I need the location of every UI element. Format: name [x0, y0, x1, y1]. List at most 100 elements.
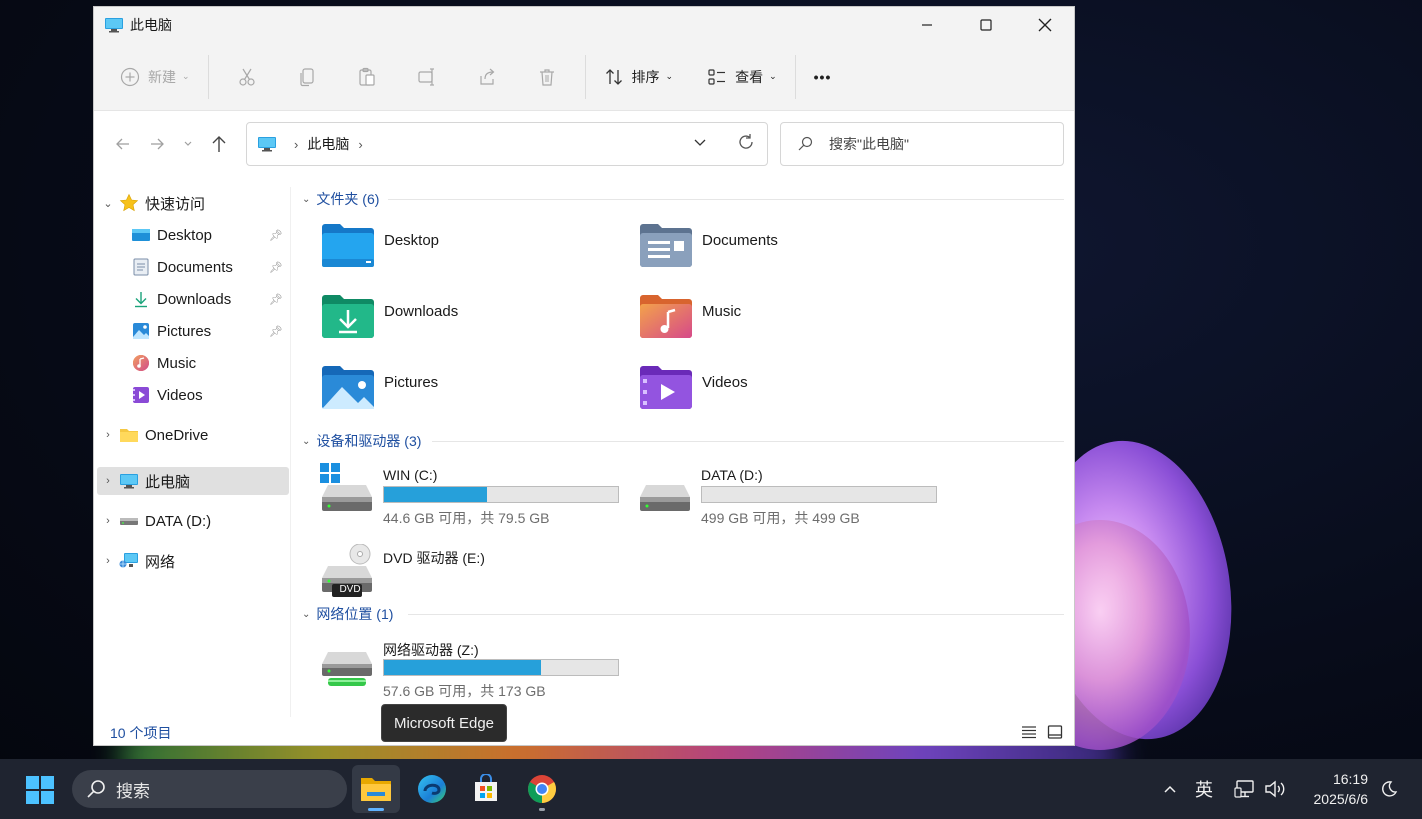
windows-drive-icon [320, 463, 372, 511]
arrow-left-icon [116, 138, 129, 150]
content-pane: ⌄ 文件夹 (6) Desktop Documents Downloads Mu… [292, 187, 1074, 717]
up-button[interactable] [202, 128, 236, 160]
title-bar[interactable]: 此电脑 [94, 7, 1074, 43]
downloads-folder-icon [131, 290, 151, 308]
sidebar-item-network[interactable]: › 网络 [97, 547, 289, 575]
sidebar-item-onedrive[interactable]: › OneDrive [97, 421, 289, 449]
network-status-button[interactable] [1234, 759, 1256, 819]
taskbar-app-edge[interactable] [408, 765, 456, 813]
desktop-folder-icon [322, 224, 374, 267]
more-options-button[interactable]: ••• [804, 57, 842, 97]
pane-divider[interactable] [290, 187, 291, 717]
pin-icon[interactable]: 📌︎ [269, 293, 283, 306]
paste-icon [358, 67, 375, 86]
taskbar: 搜索 英 16:19 2025/6/6 [0, 759, 1422, 819]
group-header-label: 网络位置 (1) [316, 606, 394, 622]
sort-icon [605, 68, 622, 85]
sidebar-item-label: Downloads [157, 290, 232, 308]
back-button[interactable] [106, 128, 140, 160]
pin-icon[interactable]: 📌︎ [269, 229, 283, 242]
drive-tile-c[interactable]: WIN (C:) 44.6 GB 可用，共 79.5 GB [292, 461, 619, 531]
taskbar-app-store[interactable] [462, 765, 510, 813]
share-button[interactable] [457, 57, 517, 97]
clock[interactable]: 16:19 2025/6/6 [1314, 769, 1369, 809]
folder-tile-videos[interactable]: Videos [610, 363, 910, 423]
running-indicator [368, 808, 384, 811]
chevron-right-icon[interactable]: › [358, 137, 362, 152]
start-button[interactable] [26, 776, 54, 807]
taskbar-app-file-explorer[interactable] [352, 765, 400, 813]
folder-tile-documents[interactable]: Documents [610, 221, 910, 281]
address-bar[interactable]: › 此电脑 › [246, 122, 768, 166]
group-header-label: 文件夹 (6) [316, 191, 380, 207]
address-dropdown-button[interactable] [693, 135, 707, 152]
ime-indicator[interactable]: 英 [1195, 759, 1213, 819]
group-divider [408, 614, 1064, 615]
this-pc-icon [119, 472, 139, 490]
sidebar-item-quick-access[interactable]: ⌄ 快速访问 [97, 189, 289, 217]
chevron-right-icon[interactable]: › [97, 429, 119, 441]
tiles-view-button[interactable] [1046, 723, 1064, 741]
chevron-right-icon[interactable]: › [97, 555, 119, 567]
details-view-button[interactable] [1020, 723, 1038, 741]
drive-label: 网络驱动器 (Z:) [383, 642, 479, 658]
delete-button[interactable] [517, 57, 577, 97]
maximize-button[interactable] [956, 7, 1015, 43]
taskbar-search[interactable]: 搜索 [72, 770, 347, 808]
pin-icon[interactable]: 📌︎ [269, 261, 283, 274]
documents-folder-icon [640, 224, 692, 267]
drive-tile-d[interactable]: DATA (D:) 499 GB 可用，共 499 GB [610, 461, 937, 531]
sidebar-item-desktop[interactable]: Desktop 📌︎ [97, 221, 289, 249]
drive-label: DVD 驱动器 (E:) [383, 550, 485, 566]
sidebar-item-pictures[interactable]: Pictures 📌︎ [97, 317, 289, 345]
drive-label: DATA (D:) [701, 467, 763, 483]
notification-center-button[interactable] [1380, 759, 1398, 819]
paste-button[interactable] [337, 57, 397, 97]
folder-tile-downloads[interactable]: Downloads [292, 292, 592, 352]
sidebar-item-label: Music [157, 354, 197, 372]
sort-button[interactable]: 排序 ⌄ [594, 57, 684, 97]
sidebar-item-data-drive[interactable]: › DATA (D:) [97, 507, 289, 535]
drive-tile-dvd[interactable]: DVD DVD 驱动器 (E:) [292, 542, 612, 612]
chevron-right-icon[interactable]: › [97, 475, 119, 487]
sidebar-item-videos[interactable]: Videos [97, 381, 289, 409]
rename-button[interactable] [397, 57, 457, 97]
sidebar-item-music[interactable]: Music [97, 349, 289, 377]
group-header-network[interactable]: ⌄ 网络位置 (1) [302, 604, 393, 624]
drive-tile-z[interactable]: 网络驱动器 (Z:) 57.6 GB 可用，共 173 GB [292, 634, 619, 704]
forward-button[interactable] [140, 128, 174, 160]
cut-button[interactable] [217, 57, 277, 97]
refresh-button[interactable] [737, 133, 755, 154]
sidebar-item-this-pc[interactable]: › 此电脑 [97, 467, 289, 495]
sidebar-item-downloads[interactable]: Downloads 📌︎ [97, 285, 289, 313]
group-header-folders[interactable]: ⌄ 文件夹 (6) [302, 189, 379, 209]
close-icon [1038, 18, 1051, 32]
minimize-button[interactable] [897, 7, 956, 43]
show-hidden-icons-button[interactable] [1162, 759, 1178, 819]
chevron-right-icon[interactable]: › [97, 515, 119, 527]
view-button[interactable]: 查看 ⌄ [697, 57, 787, 97]
new-button[interactable]: 新建 ⌄ [110, 57, 200, 97]
chevron-right-icon[interactable]: › [294, 137, 298, 152]
recent-locations-button[interactable] [174, 128, 202, 160]
breadcrumb-this-pc[interactable]: 此电脑 [307, 134, 349, 154]
group-header-devices[interactable]: ⌄ 设备和驱动器 (3) [302, 431, 421, 451]
more-icon: ••• [813, 68, 832, 85]
windows-logo-icon [26, 776, 54, 804]
copy-icon [299, 67, 314, 86]
sidebar-item-documents[interactable]: Documents 📌︎ [97, 253, 289, 281]
view-icon [708, 68, 726, 85]
chevron-down-icon[interactable]: ⌄ [97, 197, 119, 210]
search-box[interactable]: 搜索"此电脑" [780, 122, 1064, 166]
folder-tile-music[interactable]: Music [610, 292, 910, 352]
folder-label: Videos [702, 374, 748, 391]
close-button[interactable] [1015, 7, 1074, 43]
volume-button[interactable] [1264, 759, 1288, 819]
pin-icon[interactable]: 📌︎ [269, 325, 283, 338]
clock-date: 2025/6/6 [1313, 791, 1369, 807]
speaker-icon [1265, 780, 1285, 798]
copy-button[interactable] [277, 57, 337, 97]
folder-tile-pictures[interactable]: Pictures [292, 363, 592, 423]
folder-tile-desktop[interactable]: Desktop [292, 221, 592, 281]
taskbar-app-chrome[interactable] [518, 765, 566, 813]
